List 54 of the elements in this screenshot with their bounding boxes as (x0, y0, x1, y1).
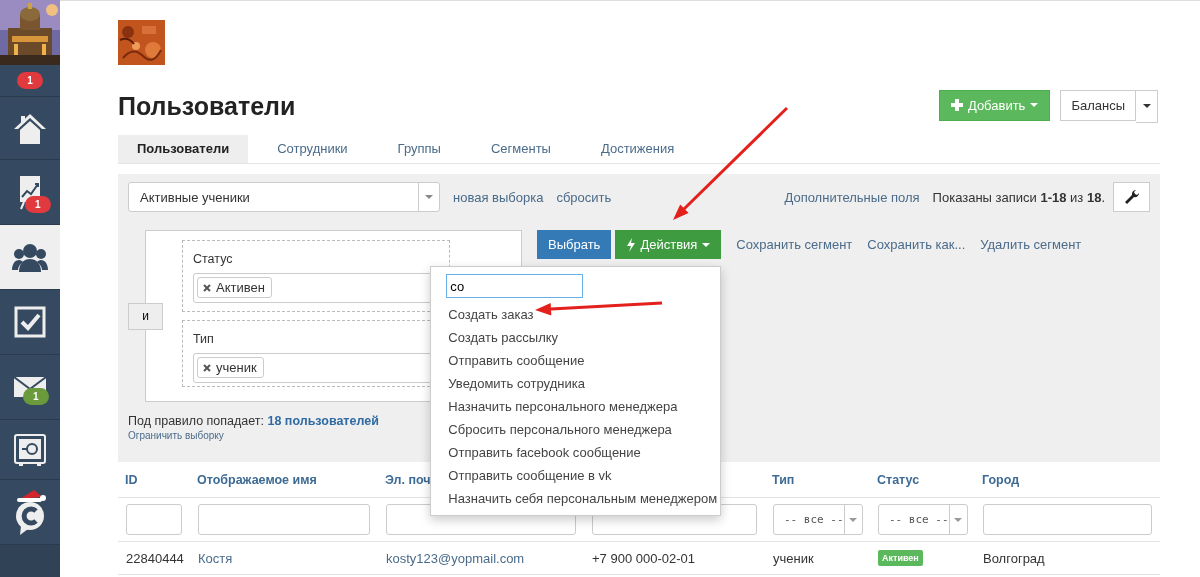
menu-item[interactable]: Назначить персонального менеджера (431, 395, 695, 418)
menu-item[interactable]: Создать рассылку (431, 326, 576, 349)
condition-label: Статус (193, 252, 234, 266)
menu-item[interactable]: Сбросить персонального менеджера (431, 418, 689, 441)
segment-select[interactable]: Активные ученики (128, 182, 440, 212)
page-title: Пользователи (118, 91, 296, 121)
users-count-link[interactable]: 18 пользователей (267, 414, 379, 428)
link[interactable]: новая выборка (453, 189, 544, 205)
menu-item[interactable]: Отправить сообщение в vk (431, 464, 629, 487)
filter-select[interactable]: -- все -- (773, 504, 863, 535)
balances-button[interactable]: Балансы (1060, 89, 1136, 121)
sidebar-item[interactable]: 1 (0, 160, 60, 225)
table-link[interactable]: Костя (198, 550, 233, 566)
column-header[interactable]: Тип (772, 472, 795, 487)
menu-item[interactable]: Назначить себя персональным менеджером (431, 487, 735, 510)
sidebar-item[interactable]: 1 (0, 355, 60, 420)
link[interactable]: Удалить сегмент (980, 237, 1082, 252)
table-cell: +7 900 000-02-01 (584, 542, 765, 575)
column-header[interactable]: Отображаемое имя (197, 472, 317, 487)
table-link[interactable]: kosty123@yopmail.com (386, 550, 525, 566)
sidebar-item[interactable]: 1 (0, 65, 60, 97)
notification-badge: 1 (23, 388, 49, 405)
status-badge: Активен (878, 550, 923, 566)
column-header[interactable]: Эл. поч (385, 472, 431, 487)
limit-link[interactable]: Ограничить выборку (128, 430, 224, 441)
search-field[interactable]: со (446, 274, 584, 298)
match-count-text: Под правило попадает: 18 пользователей (128, 414, 380, 428)
filter-select[interactable]: -- все -- (878, 504, 968, 535)
tab[interactable]: Пользователи (118, 135, 249, 163)
link[interactable]: Сохранить сегмент (736, 237, 853, 252)
tab[interactable]: Группы (376, 135, 462, 163)
tab[interactable]: Достижения (579, 135, 696, 163)
condition-label: Тип (193, 332, 215, 346)
notification-badge: 1 (17, 72, 43, 89)
tab[interactable]: Сотрудники (256, 135, 369, 163)
menu-item[interactable]: Отправить facebook сообщение (431, 441, 658, 464)
link[interactable]: сбросить (556, 189, 612, 205)
menu-item[interactable]: Создать заказ (431, 303, 551, 326)
column-header[interactable]: ID (125, 472, 138, 487)
filter-tag[interactable]: Активен (197, 277, 272, 298)
select-button[interactable]: Выбрать (537, 230, 612, 259)
table-cell: ученик (765, 542, 870, 575)
table-cell: 22840444 (118, 542, 190, 575)
join-button[interactable]: и (128, 302, 163, 330)
table-cell: Волгоград (975, 542, 1160, 575)
notification-badge: 1 (25, 196, 51, 213)
link[interactable]: Сохранить как... (867, 237, 966, 252)
actions-button[interactable]: Действия (615, 230, 722, 259)
filter-tag[interactable]: ученик (197, 357, 264, 378)
extra-fields-link[interactable]: Дополнительные поля (784, 189, 920, 205)
records-count: Показаны записи 1-18 из 18. (932, 189, 1105, 205)
column-header[interactable]: Статус (877, 472, 920, 487)
tab[interactable]: Сегменты (469, 135, 572, 163)
column-header[interactable]: Город (982, 472, 1020, 487)
